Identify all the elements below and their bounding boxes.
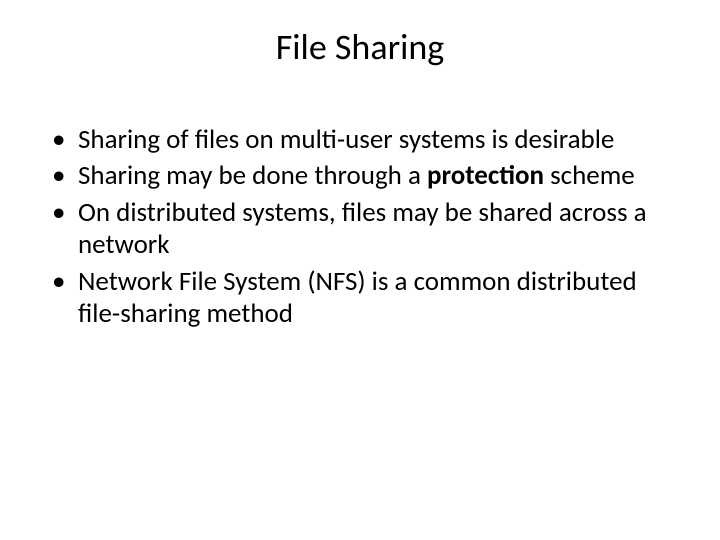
bullet-item: On distributed systems, files may be sha…	[50, 197, 680, 262]
slide: File Sharing Sharing of files on multi-u…	[0, 0, 720, 540]
bullet-item: Sharing of files on multi-user systems i…	[50, 124, 680, 156]
bullet-text-prefix: Network File System (NFS) is a common di…	[78, 265, 637, 330]
bullet-text-prefix: Sharing of files on multi-user systems i…	[78, 123, 614, 156]
bullet-text-suffix: scheme	[544, 159, 635, 192]
bullet-item: Network File System (NFS) is a common di…	[50, 266, 680, 331]
bullet-text-prefix: On distributed systems, files may be sha…	[78, 196, 647, 261]
bullet-text-prefix: Sharing may be done through a	[78, 159, 427, 192]
slide-title: File Sharing	[40, 25, 680, 69]
bullet-list: Sharing of files on multi-user systems i…	[40, 124, 680, 330]
bullet-text-bold: protection	[427, 159, 544, 192]
bullet-item: Sharing may be done through a protection…	[50, 160, 680, 192]
